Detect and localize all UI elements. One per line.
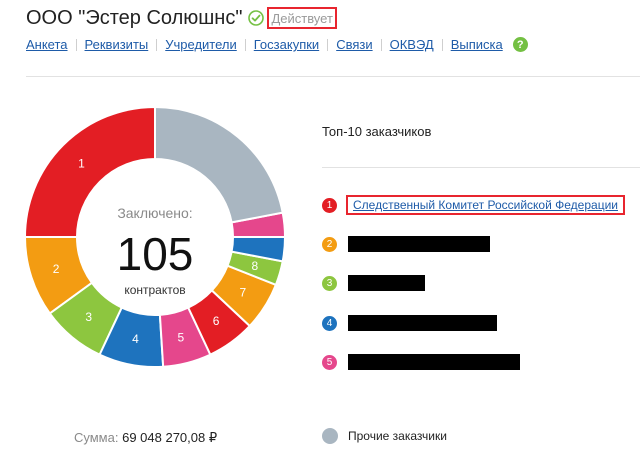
tab-anketa[interactable]: Анкета (26, 37, 68, 52)
other-customers-label: Прочие заказчики (348, 429, 447, 443)
tab-procurement[interactable]: Госзакупки (254, 37, 319, 52)
customer-row: 2 (322, 234, 490, 254)
check-circle-icon (248, 10, 265, 26)
segment-label: 4 (132, 332, 139, 346)
redacted-customer-name (348, 236, 490, 252)
nav-separator (327, 38, 329, 51)
tab-extract[interactable]: Выписка (451, 37, 503, 52)
nav-separator (156, 38, 158, 51)
customer-number-badge: 5 (322, 354, 337, 370)
redacted-customer-name (348, 354, 520, 370)
sum-row: Сумма: 69 048 270,08 ₽ (74, 430, 217, 446)
company-name: ООО "Эстер Солюшнс" (26, 6, 243, 29)
nav-separator (244, 38, 246, 51)
title-row: ООО "Эстер Солюшнс" Действует (26, 6, 337, 30)
contracts-count: 105 (116, 228, 194, 280)
segment-label: 6 (213, 314, 220, 328)
sum-label: Сумма: (74, 430, 119, 445)
customer-number-badge: 3 (322, 275, 337, 291)
segment-label: 3 (85, 310, 92, 324)
nav-tabs: Анкета Реквизиты Учредители Госзакупки С… (26, 37, 528, 52)
tab-connections[interactable]: Связи (336, 37, 372, 52)
chart-center-caption: Заключено: (117, 205, 193, 221)
sum-value: 69 048 270,08 ₽ (122, 430, 218, 445)
segment-label: 1 (78, 156, 85, 170)
divider (322, 167, 640, 168)
nav-separator (380, 38, 382, 51)
segment-label: 5 (178, 331, 185, 345)
top-customers-title: Топ-10 заказчиков (322, 124, 432, 139)
contracts-unit: контрактов (124, 283, 186, 297)
tab-okved[interactable]: ОКВЭД (390, 37, 434, 52)
nav-separator (441, 38, 443, 51)
segment-label: 7 (239, 286, 246, 300)
redacted-customer-name (348, 275, 425, 291)
customer-number-badge: 2 (322, 236, 337, 252)
divider (26, 76, 640, 77)
legend-dot (322, 428, 338, 444)
customer-row: 1 Следственный Комитет Российской Федера… (322, 195, 625, 215)
nav-separator (75, 38, 77, 51)
redacted-customer-name (348, 315, 497, 331)
status-badge: Действует (267, 7, 337, 29)
customer-number-badge: 1 (322, 197, 337, 213)
customer-row: 4 (322, 313, 497, 333)
other-customers-legend: Прочие заказчики (322, 428, 447, 444)
help-icon[interactable]: ? (512, 37, 528, 52)
segment-label: 2 (53, 262, 60, 276)
customer-row: 5 (322, 352, 520, 372)
tab-founders[interactable]: Учредители (165, 37, 237, 52)
customer-link[interactable]: Следственный Комитет Российской Федераци… (346, 195, 625, 215)
tab-requisites[interactable]: Реквизиты (85, 37, 149, 52)
segment-label: 8 (252, 259, 259, 273)
customer-number-badge: 4 (322, 315, 337, 331)
customer-row: 3 (322, 273, 425, 293)
